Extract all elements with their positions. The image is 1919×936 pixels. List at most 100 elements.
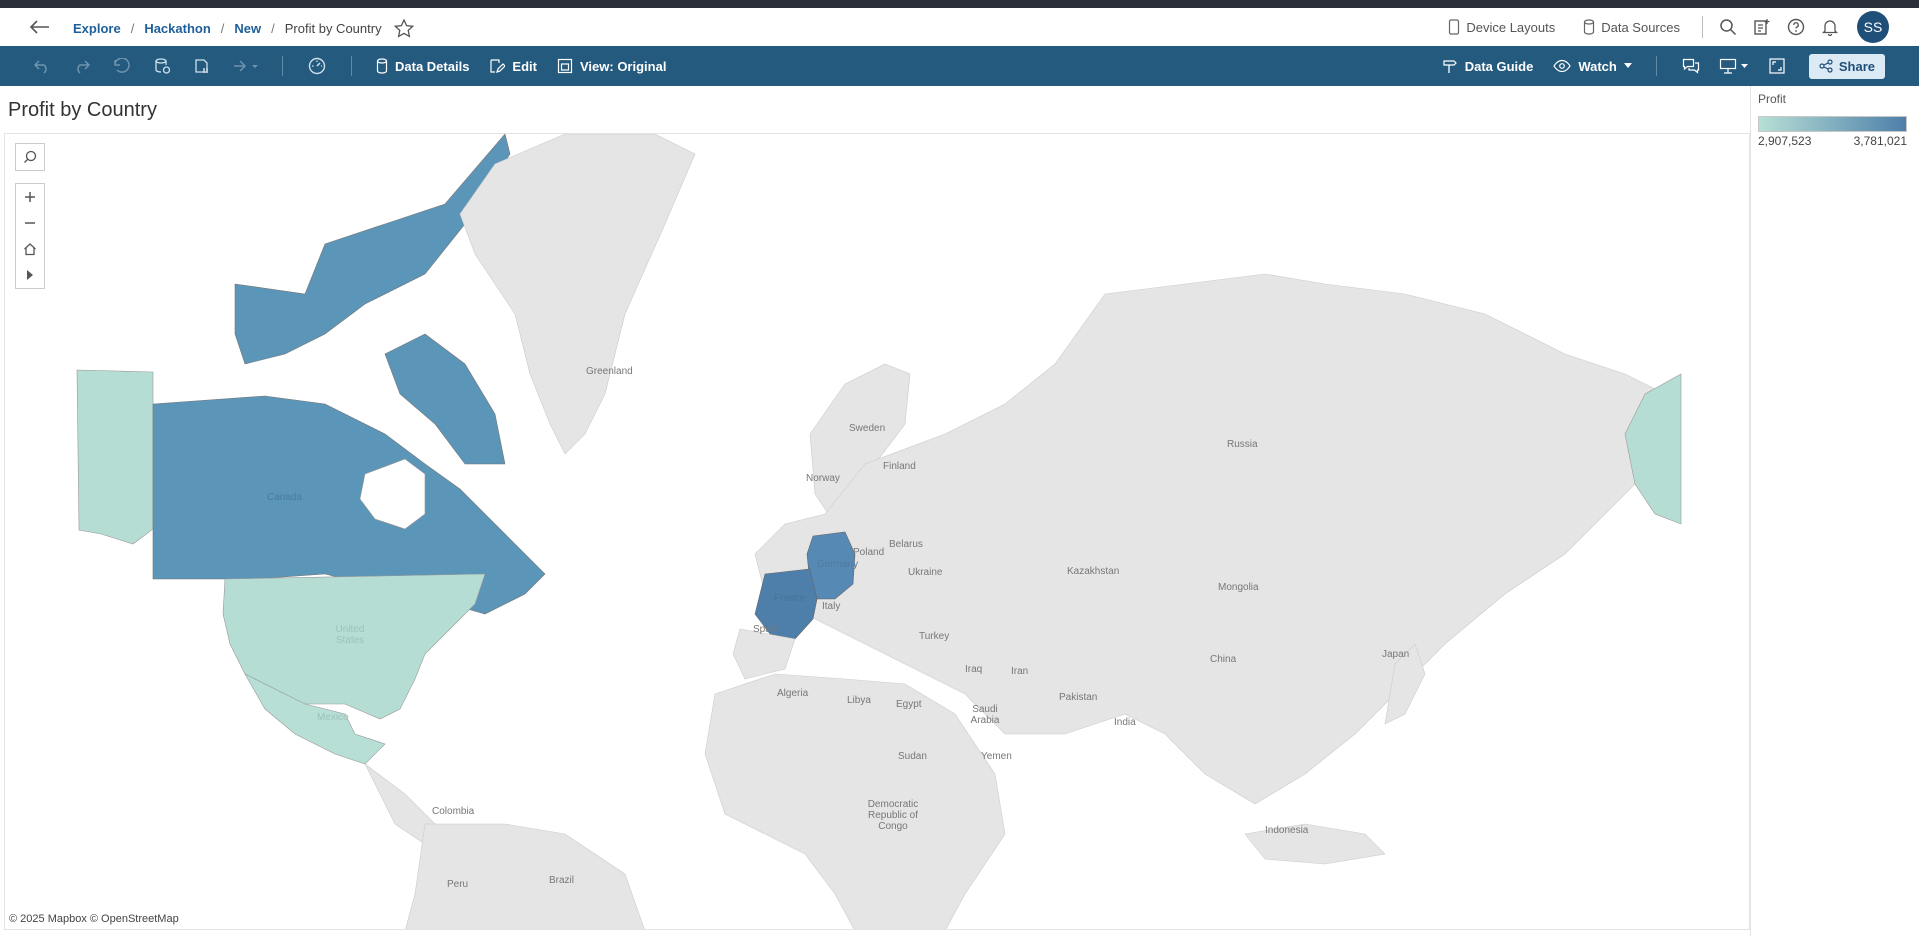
south-america-shape	[405, 823, 645, 929]
help-icon[interactable]	[1779, 12, 1813, 42]
present-dropdown-icon[interactable]	[1711, 46, 1757, 86]
map-label-united-states: United States	[335, 624, 365, 646]
map-label-saudi-arabia: Saudi Arabia	[970, 704, 1000, 726]
map-label-algeria: Algeria	[777, 688, 809, 699]
map-label-indonesia: Indonesia	[1265, 825, 1309, 836]
map-label-drc: Democratic Republic of Congo	[867, 799, 919, 832]
baffin-island-shape	[384, 333, 506, 465]
signpost-icon	[1443, 60, 1457, 73]
toolbar-divider	[351, 56, 352, 76]
legend-title: Profit	[1758, 92, 1787, 106]
replay-animation-icon[interactable]	[222, 46, 268, 86]
breadcrumb-explore[interactable]: Explore	[73, 21, 121, 36]
arctic-islands-shape	[234, 134, 511, 365]
profit-legend[interactable]: Profit 2,907,523 3,781,021	[1758, 92, 1913, 148]
data-guide-button[interactable]: Data Guide	[1432, 46, 1544, 86]
database-icon	[1584, 19, 1595, 35]
pause-updates-icon[interactable]	[182, 46, 222, 86]
map-label-libya: Libya	[847, 695, 871, 706]
notes-icon[interactable]	[1745, 12, 1779, 42]
navbar-divider	[1702, 16, 1703, 38]
chevron-down-icon	[1623, 63, 1632, 68]
back-arrow-icon[interactable]	[26, 16, 52, 38]
breadcrumb-current: Profit by Country	[284, 21, 382, 36]
map-label-sudan: Sudan	[898, 751, 927, 762]
home-icon[interactable]	[16, 236, 44, 262]
map-attribution[interactable]: © 2025 Mapbox © OpenStreetMap	[9, 913, 179, 925]
map-search-icon[interactable]	[16, 144, 44, 170]
map-label-belarus: Belarus	[889, 539, 923, 550]
breadcrumb-hackathon[interactable]: Hackathon	[144, 21, 210, 36]
map-label-spain: Spain	[753, 624, 779, 635]
map-view[interactable]: Greenland Russia Sweden Finland Norway B…	[4, 133, 1750, 930]
map-label-ukraine: Ukraine	[908, 567, 943, 578]
navbar-actions: Device Layouts Data Sources SS	[1434, 11, 1889, 43]
map-label-japan: Japan	[1382, 649, 1410, 660]
map-label-china: China	[1210, 654, 1237, 665]
share-icon	[1819, 59, 1833, 73]
map-label-germany: Germany	[817, 559, 859, 570]
map-search-box	[15, 143, 45, 171]
view-icon	[557, 58, 573, 74]
refresh-data-icon[interactable]	[142, 46, 182, 86]
breadcrumb-new[interactable]: New	[234, 21, 261, 36]
page-title: Profit by Country	[8, 99, 157, 121]
map-tools	[15, 143, 45, 289]
map-label-france: France	[774, 593, 806, 604]
map-label-india: India	[1114, 717, 1136, 728]
zoom-out-icon[interactable]	[16, 210, 44, 236]
map-label-finland: Finland	[883, 461, 916, 472]
performance-icon[interactable]	[297, 46, 337, 86]
toolbar-divider	[1655, 56, 1657, 76]
favorite-star-icon[interactable]	[393, 19, 414, 38]
data-details-button[interactable]: Data Details	[366, 46, 479, 86]
fullscreen-icon[interactable]	[1757, 46, 1797, 86]
device-layouts-button[interactable]: Device Layouts	[1434, 19, 1569, 35]
view-toolbar: Data Details Edit View: Original Data Gu…	[0, 46, 1919, 86]
share-button[interactable]: Share	[1808, 53, 1885, 79]
edit-icon	[490, 59, 506, 73]
map-label-kazakhstan: Kazakhstan	[1067, 566, 1120, 577]
avatar[interactable]: SS	[1857, 11, 1889, 43]
database-icon	[376, 58, 388, 74]
redo-icon[interactable]	[62, 46, 102, 86]
map-label-iraq: Iraq	[965, 664, 983, 675]
toolbar-right-actions: Data Guide Watch Share	[1432, 46, 1885, 86]
legend-max: 3,781,021	[1853, 134, 1907, 148]
map-label-mongolia: Mongolia	[1218, 582, 1259, 593]
map-label-sweden: Sweden	[849, 423, 886, 434]
watch-dropdown[interactable]: Watch	[1543, 46, 1642, 86]
map-label-greenland: Greenland	[586, 366, 633, 377]
greenland-shape	[459, 134, 696, 455]
map-label-iran: Iran	[1011, 666, 1029, 677]
view-original-button[interactable]: View: Original	[547, 46, 676, 86]
map-label-egypt: Egypt	[896, 699, 922, 710]
legend-range: 2,907,523 3,781,021	[1758, 134, 1907, 148]
map-label-canada: Canada	[267, 492, 303, 503]
revert-icon[interactable]	[102, 46, 142, 86]
map-label-peru: Peru	[447, 879, 469, 890]
undo-icon[interactable]	[22, 46, 62, 86]
map-label-poland: Poland	[853, 547, 885, 558]
map-label-turkey: Turkey	[919, 631, 950, 642]
comments-icon[interactable]	[1671, 46, 1711, 86]
edit-button[interactable]: Edit	[479, 46, 547, 86]
map-label-norway: Norway	[806, 473, 840, 484]
bell-icon[interactable]	[1813, 12, 1847, 42]
breadcrumb: Explore / Hackathon / New / Profit by Co…	[73, 19, 414, 38]
map-label-brazil: Brazil	[549, 875, 575, 886]
zoom-controls	[15, 183, 45, 289]
panel-divider	[1750, 86, 1751, 936]
zoom-in-icon[interactable]	[16, 184, 44, 210]
data-sources-button[interactable]: Data Sources	[1569, 19, 1694, 35]
legend-min: 2,907,523	[1758, 134, 1812, 148]
toolbar-divider	[282, 56, 283, 76]
map-label-russia: Russia	[1227, 439, 1258, 450]
map-label-italy: Italy	[822, 601, 841, 612]
map-label-yemen: Yemen	[981, 751, 1012, 762]
expand-toolbar-icon[interactable]	[16, 262, 44, 288]
alaska-shape	[76, 369, 154, 545]
map-label-pakistan: Pakistan	[1059, 692, 1098, 703]
search-icon[interactable]	[1711, 12, 1745, 42]
map-label-mexico: Mexico	[317, 712, 349, 723]
